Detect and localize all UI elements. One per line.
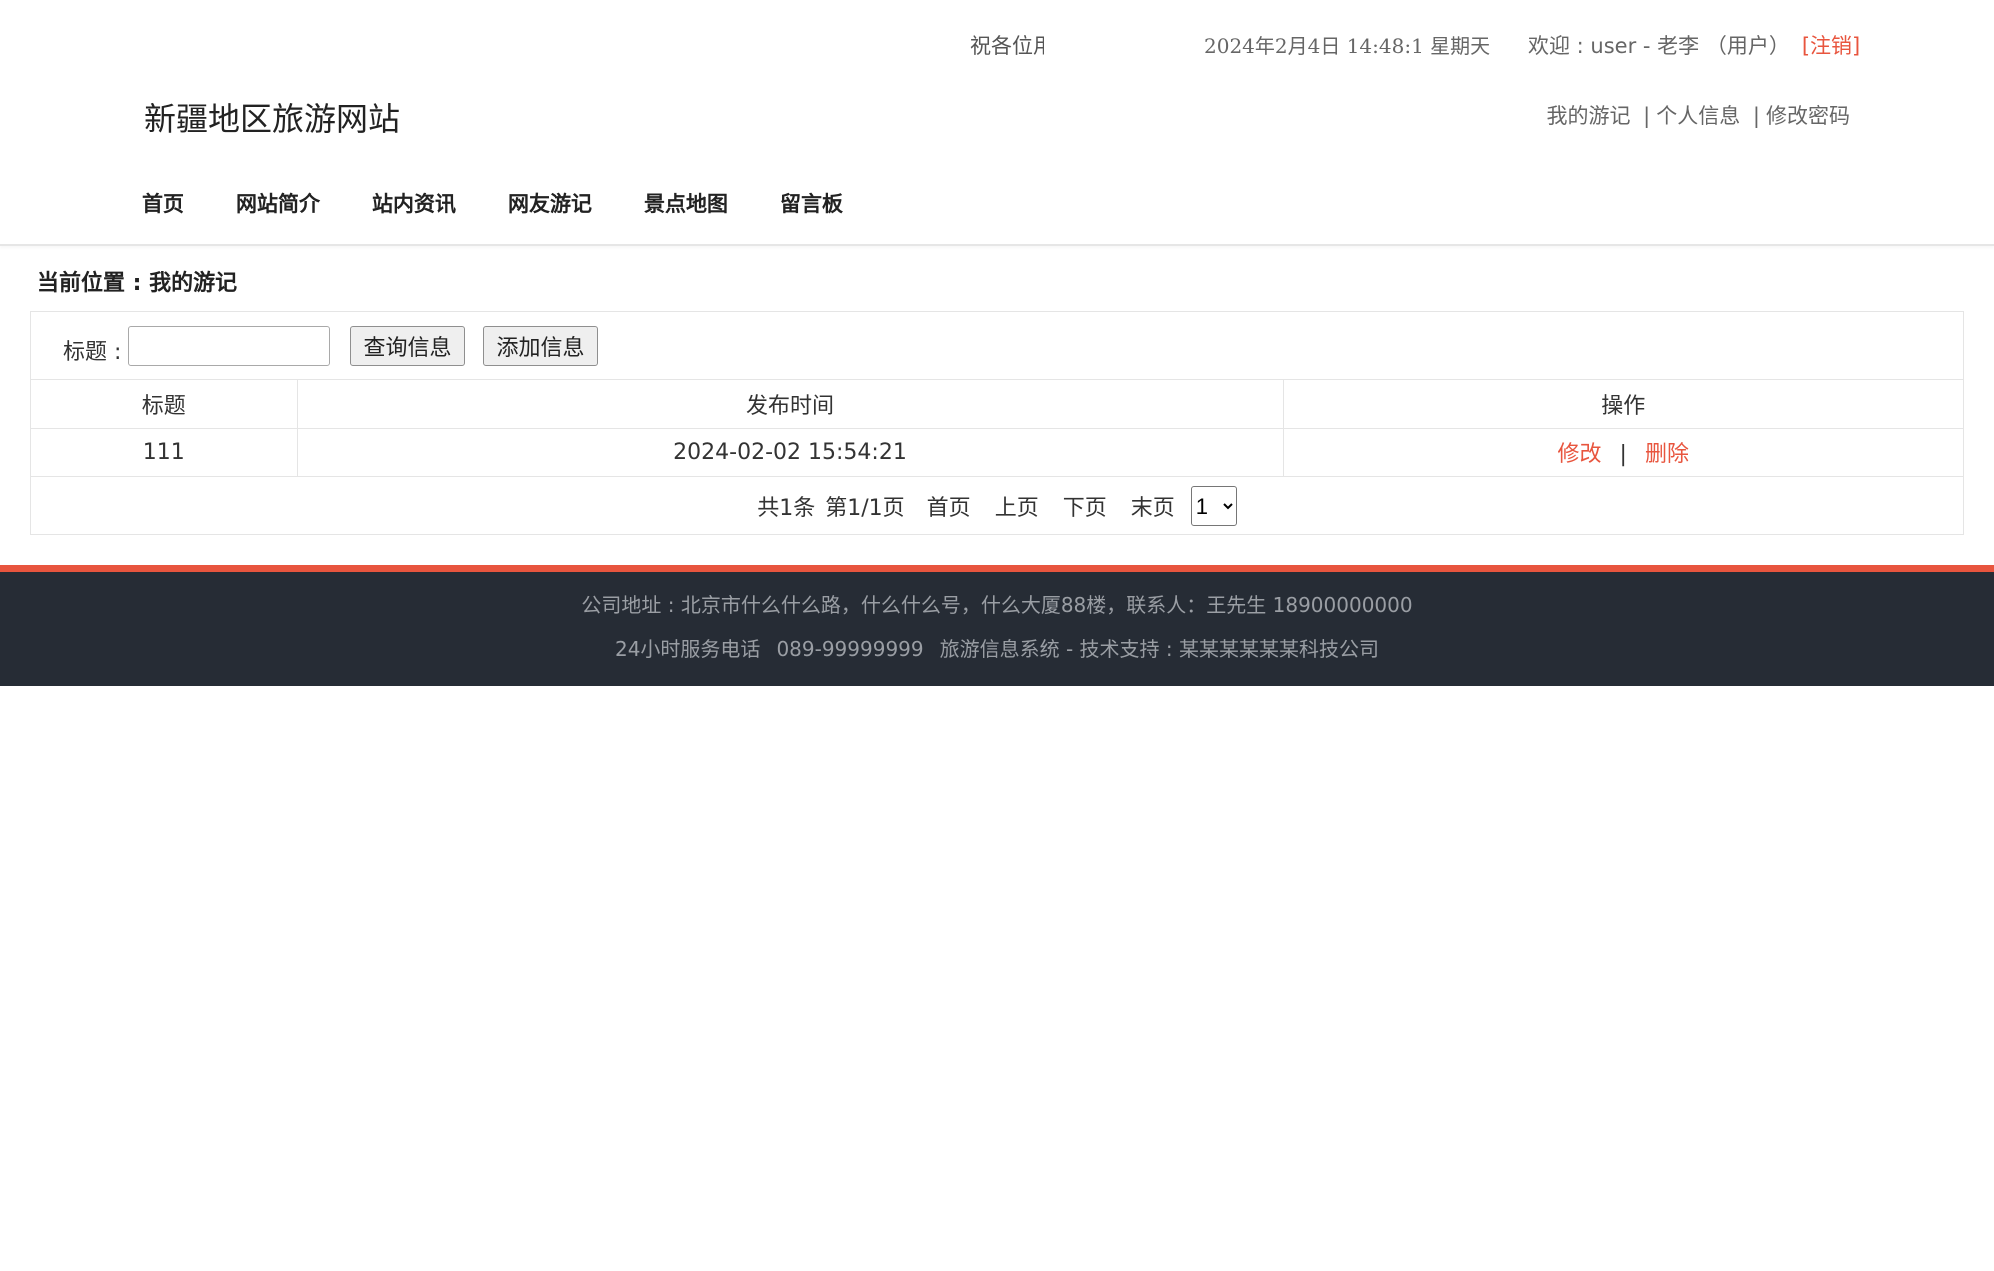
site-header: 祝各位用户旅途愉快 2024年2月4日 14:48:1 星期天 欢迎 : use… [0, 0, 1994, 246]
pager-page-info: 第1/1页 [825, 496, 905, 521]
breadcrumb: 当前位置 : 我的游记 [37, 271, 238, 296]
edit-link[interactable]: 修改 [1558, 442, 1602, 467]
nav-item-home[interactable]: 首页 [142, 188, 184, 218]
pager-first[interactable]: 首页 [927, 490, 971, 522]
user-links: 我的游记 | 个人信息 | 修改密码 [1546, 100, 1850, 130]
nav-item-guestbook[interactable]: 留言板 [780, 188, 843, 218]
row-actions: 修改 | 删除 [1282, 428, 1963, 477]
title-search-label: 标题 : [63, 340, 122, 365]
user-links-separator: | [1752, 104, 1760, 128]
add-button[interactable]: 添加信息 [483, 326, 598, 366]
title-search-input[interactable] [128, 326, 330, 366]
travelogue-table: 标题 发布时间 操作 111 2024-02-02 15:54:21 修改 | 删除 [31, 380, 1963, 477]
current-datetime: 2024年2月4日 14:48:1 星期天 [1204, 34, 1491, 58]
footer-info: 24小时服务电话 089-99999999 旅游信息系统 - 技术支持 : 某某某某… [0, 633, 1994, 662]
footer-address: 公司地址 : 北京市什么什么路，什么什么号，什么大厦88楼，联系人：王先生 18… [581, 593, 1413, 617]
my-travelogue-link[interactable]: 我的游记 [1546, 104, 1630, 128]
pager-next[interactable]: 下页 [1063, 490, 1107, 522]
action-separator: | [1619, 442, 1627, 467]
row-published: 2024-02-02 15:54:21 [296, 428, 1283, 477]
delete-link[interactable]: 删除 [1645, 442, 1689, 467]
user-links-separator: | [1643, 104, 1651, 128]
footer-credit: 旅游信息系统 - 技术支持 : 某某某某某某科技公司 [939, 637, 1380, 661]
pager-last[interactable]: 末页 [1131, 490, 1175, 522]
travelogue-panel: 标题 : 查询信息 添加信息 标题 发布时间 操作 111 2024-02-02… [30, 311, 1964, 535]
column-header-published: 发布时间 [296, 380, 1283, 429]
query-button[interactable]: 查询信息 [350, 326, 465, 366]
announcement-marquee: 祝各位用户旅途愉快 [970, 34, 1044, 58]
pagination: 共1条 第1/1页 首页 上页 下页 末页 1 [31, 478, 1963, 534]
pager-prev[interactable]: 上页 [995, 490, 1039, 522]
main-nav: 首页 网站简介 站内资讯 网友游记 景点地图 留言板 [142, 188, 843, 218]
change-password-link[interactable]: 修改密码 [1766, 104, 1850, 128]
welcome-area: 欢迎 : user - 老李 （用户） [注销] [1528, 30, 1860, 60]
footer-accent-bar [0, 565, 1994, 572]
table-row: 111 2024-02-02 15:54:21 修改 | 删除 [31, 428, 1963, 477]
logout-link[interactable]: [注销] [1802, 34, 1860, 58]
nav-item-map[interactable]: 景点地图 [644, 188, 728, 218]
page: 祝各位用户旅途愉快 2024年2月4日 14:48:1 星期天 欢迎 : use… [0, 0, 1994, 1271]
column-header-title: 标题 [31, 380, 297, 429]
search-bar: 标题 : 查询信息 添加信息 [31, 312, 1963, 380]
table-header-row: 标题 发布时间 操作 [31, 380, 1963, 429]
column-header-actions: 操作 [1282, 380, 1963, 429]
site-footer: 公司地址 : 北京市什么什么路，什么什么号，什么大厦88楼，联系人：王先生 18… [0, 572, 1994, 686]
footer-hotline-label: 24小时服务电话 [614, 637, 761, 661]
pager-total: 共1条 [757, 496, 816, 521]
welcome-text: 欢迎 : user - 老李 （用户） [1528, 34, 1790, 58]
footer-hotline: 089-99999999 [776, 637, 924, 661]
profile-link[interactable]: 个人信息 [1656, 104, 1740, 128]
nav-item-travelogues[interactable]: 网友游记 [508, 188, 592, 218]
row-title: 111 [31, 428, 297, 477]
nav-item-about[interactable]: 网站简介 [236, 188, 320, 218]
site-title: 新疆地区旅游网站 [144, 100, 401, 138]
page-select[interactable]: 1 [1190, 486, 1237, 526]
nav-item-news[interactable]: 站内资讯 [372, 188, 456, 218]
